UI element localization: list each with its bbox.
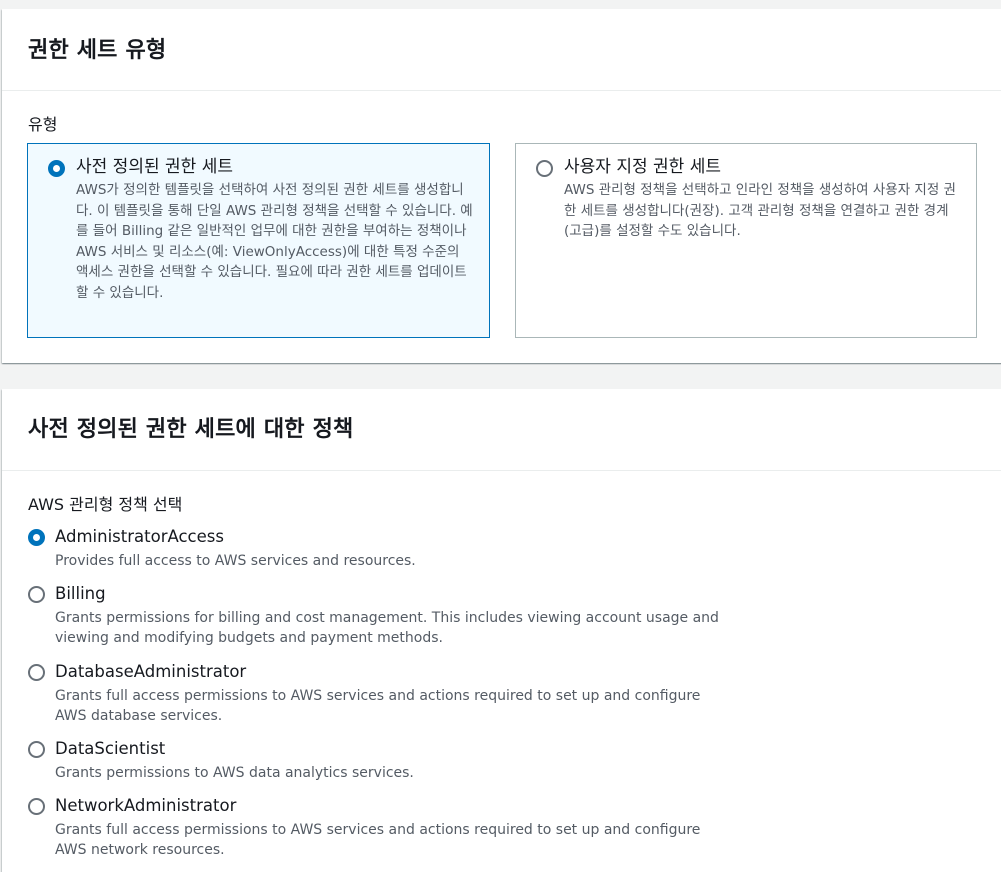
custom-radio[interactable] <box>536 160 553 181</box>
radio-unchecked-icon[interactable] <box>28 586 45 603</box>
policy-name: AdministratorAccess <box>55 527 224 546</box>
panel-title: 사전 정의된 권한 세트에 대한 정책 <box>28 417 354 442</box>
predefined-policy-panel: 사전 정의된 권한 세트에 대한 정책 AWS 관리형 정책 선택 Admini… <box>2 389 1001 872</box>
radio-checked-icon <box>48 160 65 177</box>
type-label: 유형 <box>28 115 58 134</box>
policy-select-label: AWS 관리형 정책 선택 <box>28 495 183 514</box>
policy-name: NetworkAdministrator <box>55 796 237 815</box>
policy-name: Billing <box>55 584 106 603</box>
policy-description: Grants full access permissions to AWS se… <box>55 688 701 724</box>
custom-permission-set-tile[interactable]: 사용자 지정 권한 세트 AWS 관리형 정책을 선택하고 인라인 정책을 생성… <box>515 143 977 338</box>
tile-description: AWS가 정의한 템플릿을 선택하여 사전 정의된 권한 세트를 생성합니다. … <box>76 182 473 301</box>
tile-title: 사용자 지정 권한 세트 <box>564 157 721 177</box>
predefined-radio[interactable] <box>48 160 65 181</box>
radio-unchecked-icon[interactable] <box>28 741 45 758</box>
policy-description: Provides full access to AWS services and… <box>55 553 416 569</box>
policy-description: Grants permissions for billing and cost … <box>55 610 719 646</box>
tile-title: 사전 정의된 권한 세트 <box>76 157 233 177</box>
tile-description: AWS 관리형 정책을 선택하고 인라인 정책을 생성하여 사용자 지정 권한 … <box>564 182 956 239</box>
radio-unchecked-icon[interactable] <box>28 664 45 681</box>
panel-title: 권한 세트 유형 <box>28 38 167 63</box>
policy-description: Grants permissions to AWS data analytics… <box>55 765 414 781</box>
radio-unchecked-icon[interactable] <box>28 798 45 815</box>
policy-description: Grants full access permissions to AWS se… <box>55 822 701 858</box>
radio-unchecked-icon <box>536 160 553 177</box>
permission-set-type-panel: 권한 세트 유형 유형 사전 정의된 권한 세트 AWS가 정의한 템플릿을 선… <box>2 9 1001 363</box>
panel-header: 권한 세트 유형 <box>2 9 1001 91</box>
panel-header: 사전 정의된 권한 세트에 대한 정책 <box>2 389 1001 471</box>
predefined-permission-set-tile[interactable]: 사전 정의된 권한 세트 AWS가 정의한 템플릿을 선택하여 사전 정의된 권… <box>27 143 490 338</box>
policy-name: DataScientist <box>55 739 166 758</box>
radio-checked-icon[interactable] <box>28 529 45 546</box>
policy-name: DatabaseAdministrator <box>55 662 247 681</box>
